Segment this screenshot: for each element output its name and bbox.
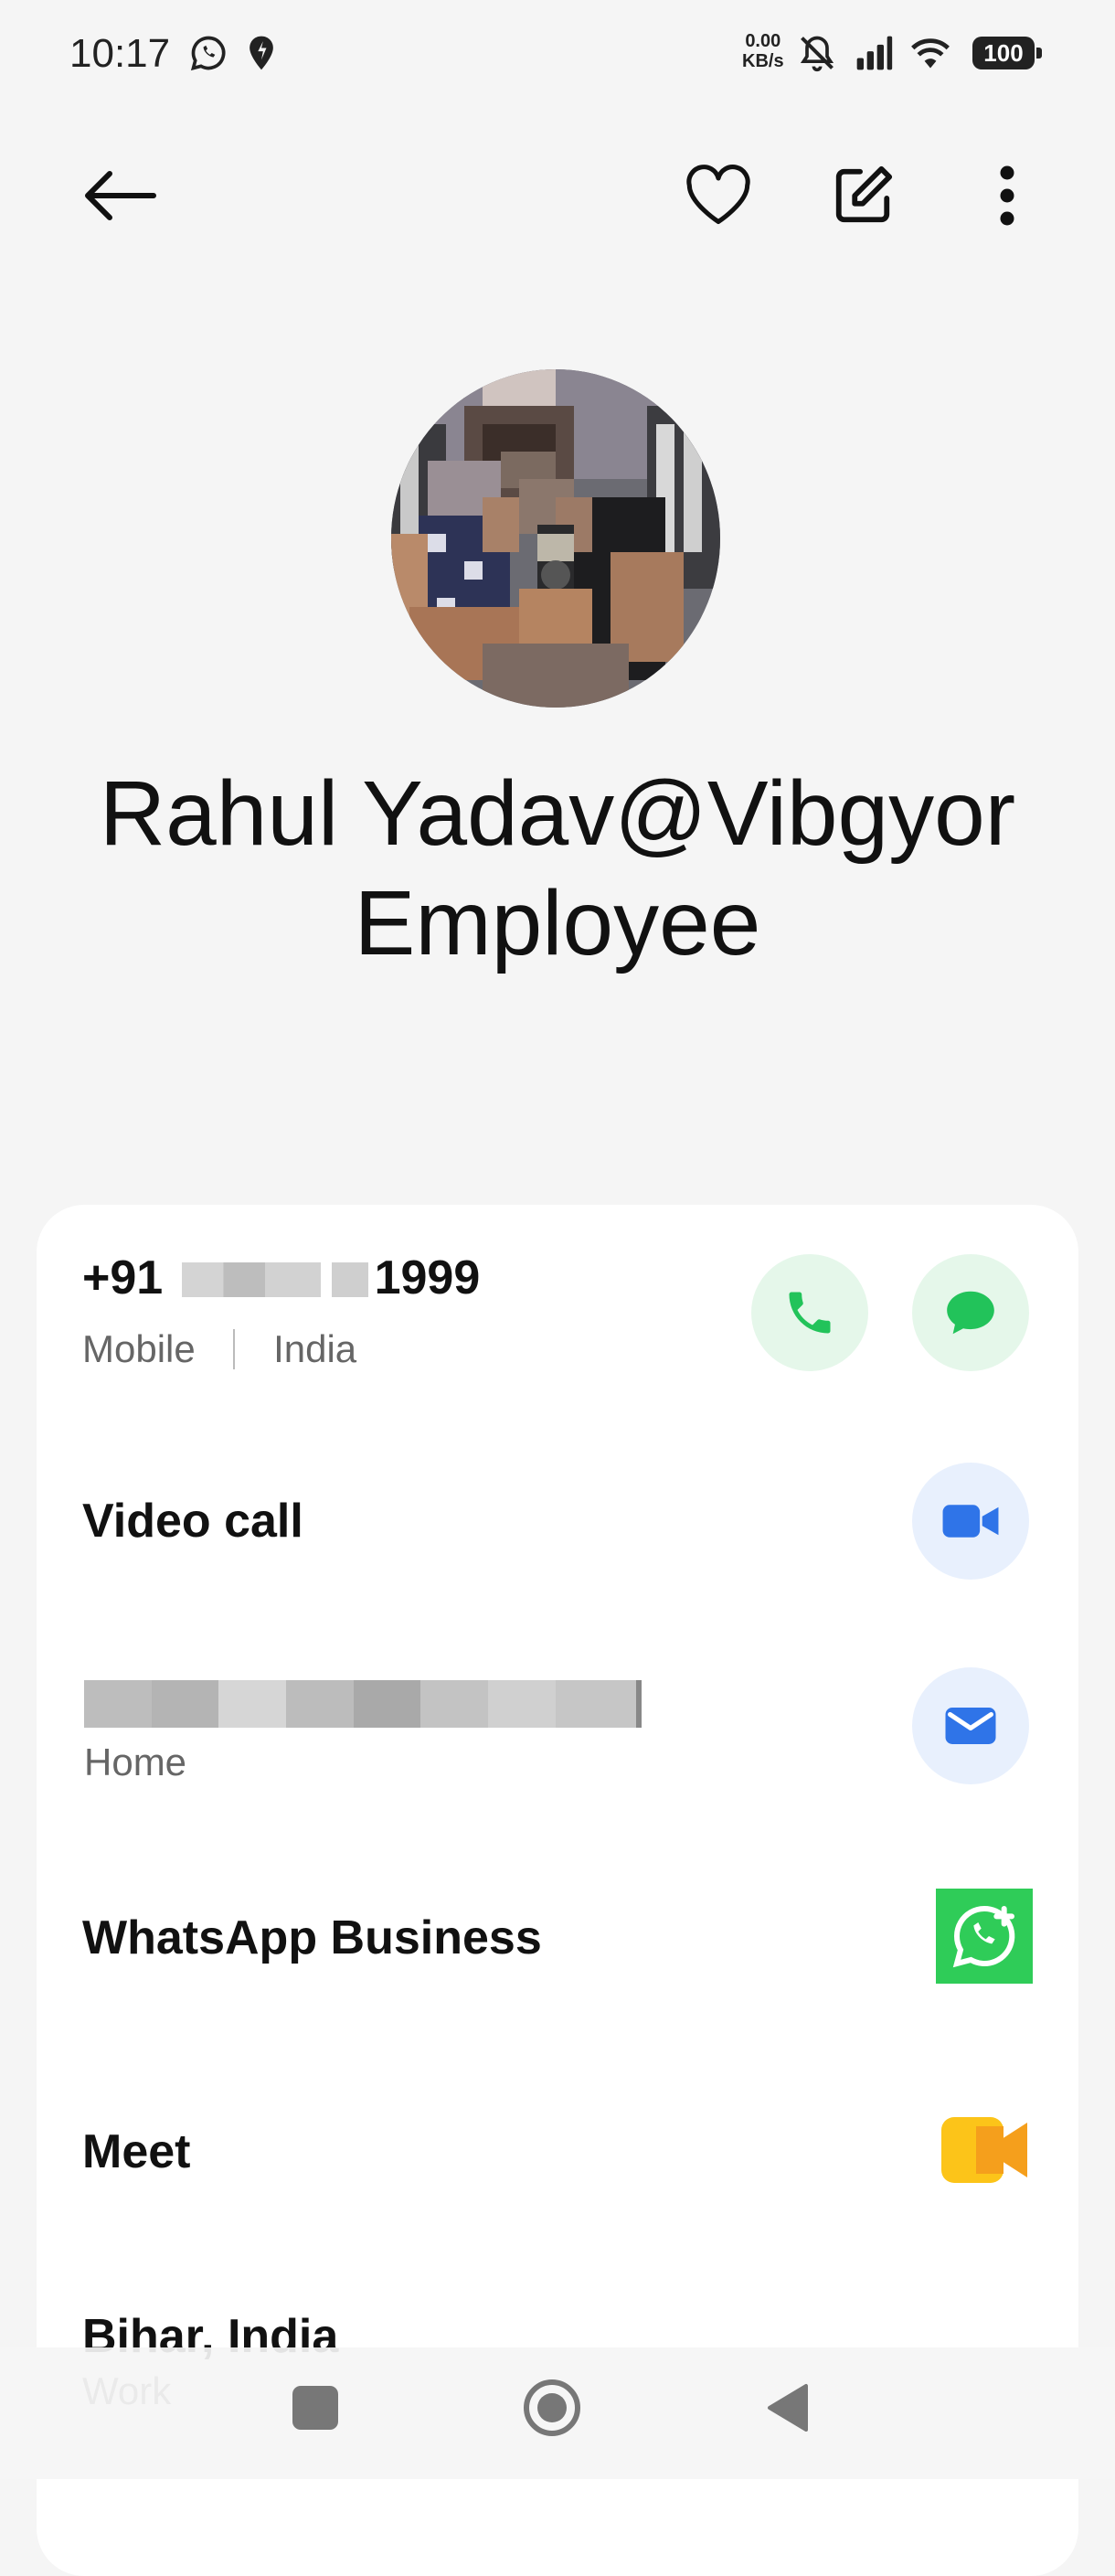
whatsapp-business-label[interactable]: WhatsApp Business <box>82 1911 542 1965</box>
avatar[interactable] <box>391 369 720 708</box>
more-vert-icon <box>1000 165 1014 226</box>
email-address-redacted[interactable] <box>84 1680 642 1728</box>
contact-name: Rahul Yadav@Vibgyor Employee <box>55 759 1060 978</box>
divider <box>233 1329 236 1369</box>
message-bubble-icon <box>947 1291 994 1335</box>
edit-button[interactable] <box>823 155 903 236</box>
meet-button[interactable] <box>940 2115 1031 2189</box>
back-triangle-icon[interactable] <box>764 2382 810 2433</box>
phone-suffix: 1999 <box>374 1251 481 1304</box>
recents-square-icon[interactable] <box>292 2386 338 2430</box>
phone-number-row[interactable]: +91 1999 <box>82 1251 480 1305</box>
whatsapp-business-button[interactable] <box>936 1889 1033 1984</box>
email-button[interactable] <box>912 1667 1029 1784</box>
redacted-digits <box>332 1262 369 1297</box>
call-button[interactable] <box>751 1254 868 1371</box>
wifi-icon <box>911 38 950 69</box>
favorite-button[interactable] <box>678 155 759 236</box>
more-options-button[interactable] <box>967 155 1047 236</box>
mail-envelope-icon <box>945 1708 996 1744</box>
phone-country: India <box>273 1327 357 1370</box>
contact-name-line2: Employee <box>354 872 761 974</box>
signal-icon <box>856 36 893 70</box>
phone-meta: Mobile India <box>82 1327 356 1371</box>
favorite-heart-icon <box>686 165 750 225</box>
meet-video-icon <box>941 2117 1027 2183</box>
whatsapp-business-icon <box>952 1905 1015 1968</box>
edit-icon <box>835 165 893 223</box>
phone-icon <box>789 1292 831 1334</box>
battery-icon: 100 <box>972 37 1042 69</box>
whatsapp-notification-icon <box>190 36 226 71</box>
status-time: 10:17 <box>69 31 171 76</box>
video-call-button[interactable] <box>912 1463 1029 1580</box>
back-button[interactable] <box>79 155 159 236</box>
video-camera-icon <box>942 1505 999 1538</box>
contact-name-line1: Rahul Yadav@Vibgyor <box>99 762 1016 865</box>
message-button[interactable] <box>912 1254 1029 1371</box>
location-icon <box>250 36 273 70</box>
phone-type: Mobile <box>82 1327 196 1370</box>
email-type: Home <box>84 1740 187 1783</box>
net-speed: 0.00 KB/s <box>742 31 784 71</box>
meet-label[interactable]: Meet <box>82 2124 190 2179</box>
phone-prefix: +91 <box>82 1251 164 1304</box>
back-arrow-icon <box>85 171 156 220</box>
redacted-digits <box>181 1262 321 1297</box>
mute-icon <box>800 36 834 72</box>
video-call-label[interactable]: Video call <box>82 1494 303 1549</box>
home-circle-icon[interactable] <box>523 2379 581 2437</box>
